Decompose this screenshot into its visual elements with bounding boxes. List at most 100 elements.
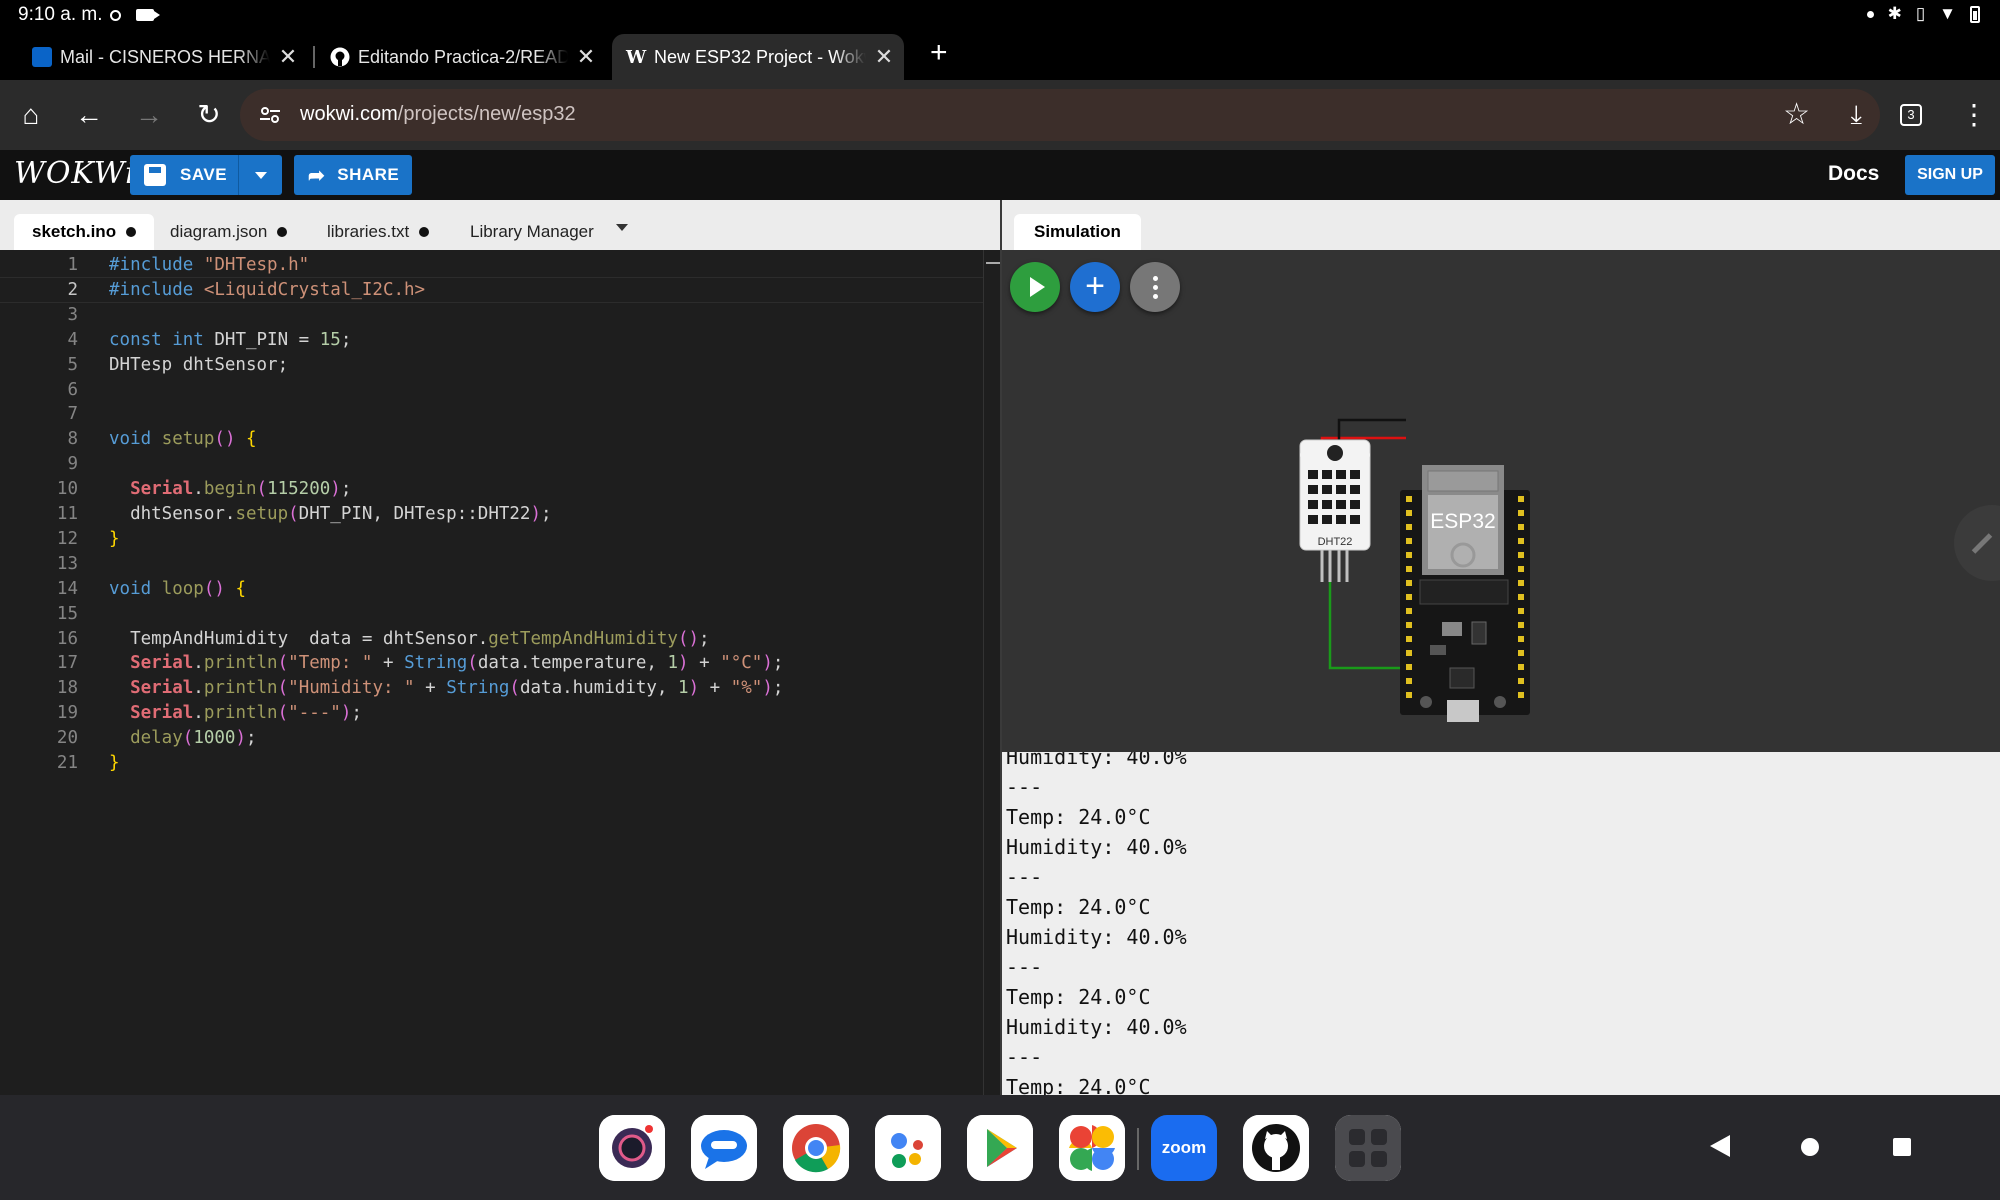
url-path: /projects/new/esp32: [397, 103, 576, 125]
browser-toolbar: ⌂ ← → ↻ wokwi.com/projects/new/esp32 ☆ ⤓…: [0, 80, 2000, 150]
more-tabs-chevron-icon[interactable]: [616, 224, 628, 231]
code-line[interactable]: 8 void setup() {: [0, 427, 985, 451]
status-time: 9:10 a. m.: [18, 4, 103, 25]
simulation-canvas[interactable]: + DHT22 ESP32: [1002, 250, 2000, 752]
close-tab-icon[interactable]: ✕: [576, 44, 596, 70]
browser-tab-strip: Mail - CISNEROS HERNANDEZ ✕ Editando Pra…: [0, 32, 2000, 80]
browser-tab-github[interactable]: Editando Practica-2/README ✕: [316, 34, 606, 80]
serial-output-line: ---: [1006, 955, 1043, 979]
play-store-app-icon[interactable]: [967, 1115, 1033, 1181]
wokwi-logo[interactable]: WOKWi: [14, 156, 136, 191]
messages-app-icon[interactable]: [691, 1115, 757, 1181]
code-line[interactable]: 1 #include "DHTesp.h": [0, 253, 985, 277]
wifi-icon: ▼: [1939, 4, 1956, 23]
serial-output-line: Temp: 24.0°C: [1006, 805, 1151, 829]
code-line[interactable]: 5 DHTesp dhtSensor;: [0, 353, 985, 377]
esp32-board[interactable]: ESP32: [1400, 465, 1530, 722]
code-line[interactable]: 20 delay(1000);: [0, 726, 985, 750]
code-line[interactable]: 7: [0, 402, 985, 426]
line-number: 13: [56, 553, 78, 574]
zoom-app-icon[interactable]: zoom: [1151, 1115, 1217, 1181]
serial-output-line: Humidity: 40.0%: [1006, 835, 1187, 859]
code-line[interactable]: 11 dhtSensor.setup(DHT_PIN, DHTesp::DHT2…: [0, 502, 985, 526]
save-options-dropdown[interactable]: [238, 155, 282, 195]
code-line[interactable]: 14 void loop() {: [0, 577, 985, 601]
editor-scrollbar[interactable]: [983, 250, 1000, 1095]
code-line[interactable]: 4 const int DHT_PIN = 15;: [0, 328, 985, 352]
share-button[interactable]: ➦ SHARE: [294, 155, 412, 195]
code-line[interactable]: 17 Serial.println("Temp: " + String(data…: [0, 651, 985, 675]
serial-output-line: ---: [1006, 775, 1043, 799]
tab-sketch-ino[interactable]: sketch.ino: [14, 214, 155, 250]
url-host: wokwi.com: [300, 103, 398, 125]
android-taskbar: zoom: [0, 1095, 2000, 1200]
nav-home-icon[interactable]: [1801, 1138, 1819, 1156]
line-number: 17: [56, 653, 78, 674]
code-line[interactable]: 3: [0, 303, 985, 327]
address-bar[interactable]: wokwi.com/projects/new/esp32 ☆ ⤓: [240, 89, 1880, 141]
code-editor[interactable]: 1 #include "DHTesp.h" 2 #include <LiquidCry…: [0, 250, 1000, 1095]
app-drawer-app-icon[interactable]: [1335, 1115, 1401, 1181]
reload-icon[interactable]: ↻: [192, 98, 226, 132]
photos-app-icon[interactable]: [1059, 1115, 1125, 1181]
code-line[interactable]: 9: [0, 452, 985, 476]
github-icon: [330, 47, 350, 67]
sign-up-button[interactable]: SIGN UP: [1905, 155, 1995, 195]
code-line[interactable]: 6: [0, 378, 985, 402]
tab-diagram-json[interactable]: diagram.json: [152, 214, 305, 250]
site-settings-icon[interactable]: [258, 103, 282, 127]
line-number: 1: [67, 255, 78, 275]
close-tab-icon[interactable]: ✕: [874, 44, 894, 70]
browser-tab-wokwi[interactable]: W New ESP32 Project - Wokwi ESP32 ✕: [612, 34, 904, 80]
code-line[interactable]: 21}: [0, 751, 985, 775]
camera-app-icon[interactable]: [599, 1115, 665, 1181]
bookmark-star-icon[interactable]: ☆: [1783, 97, 1810, 132]
nav-recents-icon[interactable]: [1893, 1138, 1911, 1156]
dht22-sensor[interactable]: DHT22: [1299, 400, 1371, 582]
save-label: SAVE: [180, 165, 228, 184]
tab-libraries-txt[interactable]: libraries.txt: [309, 214, 447, 250]
serial-output-line: Temp: 24.0°C: [1006, 895, 1151, 919]
code-text: DHTesp dhtSensor;: [109, 354, 289, 375]
browser-tab-title: New ESP32 Project - Wokwi ESP32: [654, 46, 866, 67]
download-icon[interactable]: ⤓: [1851, 99, 1863, 131]
close-tab-icon[interactable]: ✕: [278, 44, 298, 70]
share-arrow-icon: ➦: [308, 164, 326, 187]
save-button[interactable]: SAVE: [130, 155, 282, 195]
line-number: 14: [56, 578, 78, 599]
code-text: dhtSensor.setup(DHT_PIN, DHTesp::DHT22);: [109, 504, 552, 524]
unsaved-dot-icon: [277, 227, 288, 237]
tab-simulation[interactable]: Simulation: [1014, 214, 1141, 250]
home-icon[interactable]: ⌂: [14, 98, 48, 132]
assistant-app-icon[interactable]: [875, 1115, 941, 1181]
docs-link[interactable]: Docs: [1828, 162, 1879, 186]
code-line[interactable]: 13: [0, 552, 985, 576]
browser-menu-icon[interactable]: ⋮: [1960, 98, 1988, 131]
code-line[interactable]: 2 #include <LiquidCrystal_I2C.h>: [0, 276, 986, 303]
nav-back-icon[interactable]: [1710, 1135, 1730, 1157]
back-arrow-icon[interactable]: ←: [72, 98, 106, 132]
github-app-icon[interactable]: [1243, 1115, 1309, 1181]
tab-label: sketch.ino: [32, 222, 117, 241]
serial-output-line: ---: [1006, 865, 1043, 889]
system-icons: ✱ ▯ ▼: [1866, 4, 1980, 24]
tab-label: diagram.json: [170, 222, 268, 241]
code-line[interactable]: 16 TempAndHumidity data = dhtSensor.getT…: [0, 627, 985, 651]
code-line[interactable]: 12}: [0, 527, 985, 551]
serial-output-line: Humidity: 40.0%: [1006, 925, 1187, 949]
browser-tab-title: Editando Practica-2/README: [358, 46, 568, 67]
code-line[interactable]: 19 Serial.println("---");: [0, 701, 985, 725]
serial-monitor[interactable]: Humidity: 40.0% --- Temp: 24.0°C Humidity: …: [1002, 752, 2000, 1095]
code-text: Serial.println("Humidity: " + String(dat…: [130, 678, 784, 699]
chrome-app-icon[interactable]: [783, 1115, 849, 1181]
new-tab-button[interactable]: +: [930, 38, 948, 68]
serial-output-line: Temp: 24.0°C: [1006, 1075, 1151, 1095]
tab-library-manager[interactable]: Library Manager: [452, 214, 612, 250]
forward-arrow-icon[interactable]: →: [132, 98, 166, 132]
tab-switcher-button[interactable]: 3: [1900, 104, 1922, 126]
code-line[interactable]: 18 Serial.println("Humidity: " + String(…: [0, 676, 985, 700]
code-line[interactable]: 10 Serial.begin(115200);: [0, 477, 985, 501]
code-line[interactable]: 15: [0, 602, 985, 626]
code-text: }: [109, 528, 120, 549]
browser-tab-mail[interactable]: Mail - CISNEROS HERNANDEZ ✕: [18, 34, 308, 80]
